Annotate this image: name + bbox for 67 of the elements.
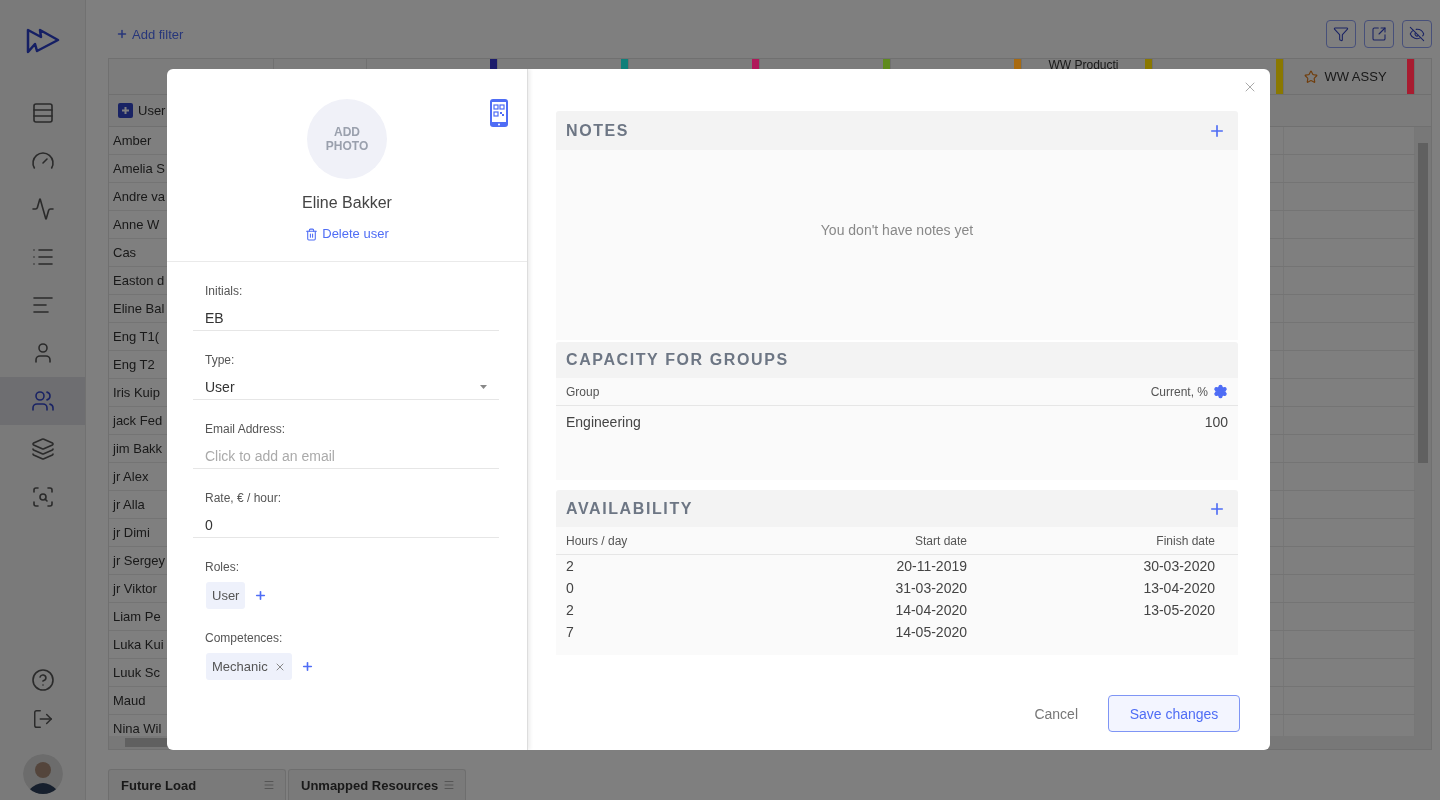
table-cell-text: 30-03-2020 — [1142, 558, 1215, 574]
add-filter-link[interactable]: Add filter — [116, 26, 184, 42]
user-name: Eline Bakker — [302, 193, 392, 213]
add-button[interactable] — [300, 660, 314, 673]
column-header: Hours / day — [566, 533, 629, 548]
column-header: Finish date — [1155, 533, 1215, 548]
users-icon — [30, 389, 55, 413]
table-cell-text: 0 — [566, 580, 575, 596]
scrollbar[interactable] — [1415, 127, 1431, 736]
eye-off-icon — [1409, 26, 1425, 42]
table-cell: Engineering — [566, 414, 641, 430]
add-button[interactable] — [254, 589, 268, 602]
filter-icon — [1333, 26, 1349, 42]
phone-qr-icon[interactable] — [490, 99, 508, 127]
table-cell-text: 31-03-2020 — [894, 580, 967, 596]
trash-icon — [305, 227, 319, 241]
logout-icon — [31, 707, 54, 730]
field-label: Roles: — [204, 559, 240, 575]
export-button[interactable] — [1364, 20, 1394, 48]
caret-icon — [480, 385, 487, 389]
competence-tag[interactable]: Mechanic — [206, 653, 292, 680]
table-cell-text: 7 — [566, 624, 575, 640]
table-cell-text: 14-05-2020 — [894, 624, 967, 640]
empty-message: You don't have notes yet — [820, 222, 974, 238]
column-header: WW ASSY — [1324, 69, 1387, 84]
add-icon[interactable] — [118, 103, 133, 118]
cancel-button[interactable]: Cancel — [1022, 697, 1090, 730]
sheet-tab[interactable]: Unmapped Resources — [288, 769, 466, 800]
column-header: Group — [566, 384, 600, 399]
table-cell-text: 20-11-2019 — [895, 558, 967, 574]
input-field[interactable]: 0 — [193, 515, 499, 538]
plus-icon — [116, 28, 128, 40]
section-title: CAPACITY FOR GROUPS — [566, 351, 789, 369]
filter-button[interactable] — [1326, 20, 1356, 48]
column-header: Start date — [913, 533, 967, 548]
table-cell: 100 — [1204, 414, 1228, 430]
table-cell-text: 13-04-2020 — [1142, 580, 1215, 596]
layers-icon — [30, 437, 55, 461]
avatar[interactable] — [22, 754, 63, 794]
table-cell-text: 2 — [566, 558, 575, 574]
search-icon — [30, 485, 55, 509]
logo[interactable] — [25, 28, 60, 54]
help-icon — [30, 667, 55, 692]
input-field[interactable]: Click to add an email — [193, 446, 499, 469]
menu-icon — [263, 779, 275, 791]
settings-icon[interactable] — [1213, 384, 1228, 399]
section-title: NOTES — [566, 121, 630, 140]
table-cell-text: 2 — [566, 602, 575, 618]
table-cell-text: 13-05-2020 — [1142, 602, 1215, 618]
save-button[interactable]: Save changes — [1108, 695, 1240, 732]
table-cell-text: 14-04-2020 — [894, 602, 967, 618]
hide-button[interactable] — [1402, 20, 1432, 48]
sheet-tab[interactable]: Future Load — [108, 769, 286, 800]
menu-icon — [443, 779, 455, 791]
column-header: User — [138, 103, 166, 118]
type-dropdown[interactable]: User — [193, 377, 499, 400]
column-header: WW Producti — [1048, 59, 1119, 71]
delete-user-link[interactable]: Delete user — [305, 225, 389, 243]
activity-icon — [30, 197, 55, 221]
input-field[interactable]: EB — [193, 308, 499, 331]
column-header: Current, % — [1150, 384, 1208, 399]
rows-icon — [30, 101, 55, 125]
section-title: AVAILABILITY — [566, 499, 694, 518]
sidebar-item[interactable] — [0, 377, 85, 425]
field-label: Type: — [204, 352, 236, 368]
external-link-icon — [1371, 26, 1387, 42]
role-tag[interactable]: User — [206, 582, 246, 609]
